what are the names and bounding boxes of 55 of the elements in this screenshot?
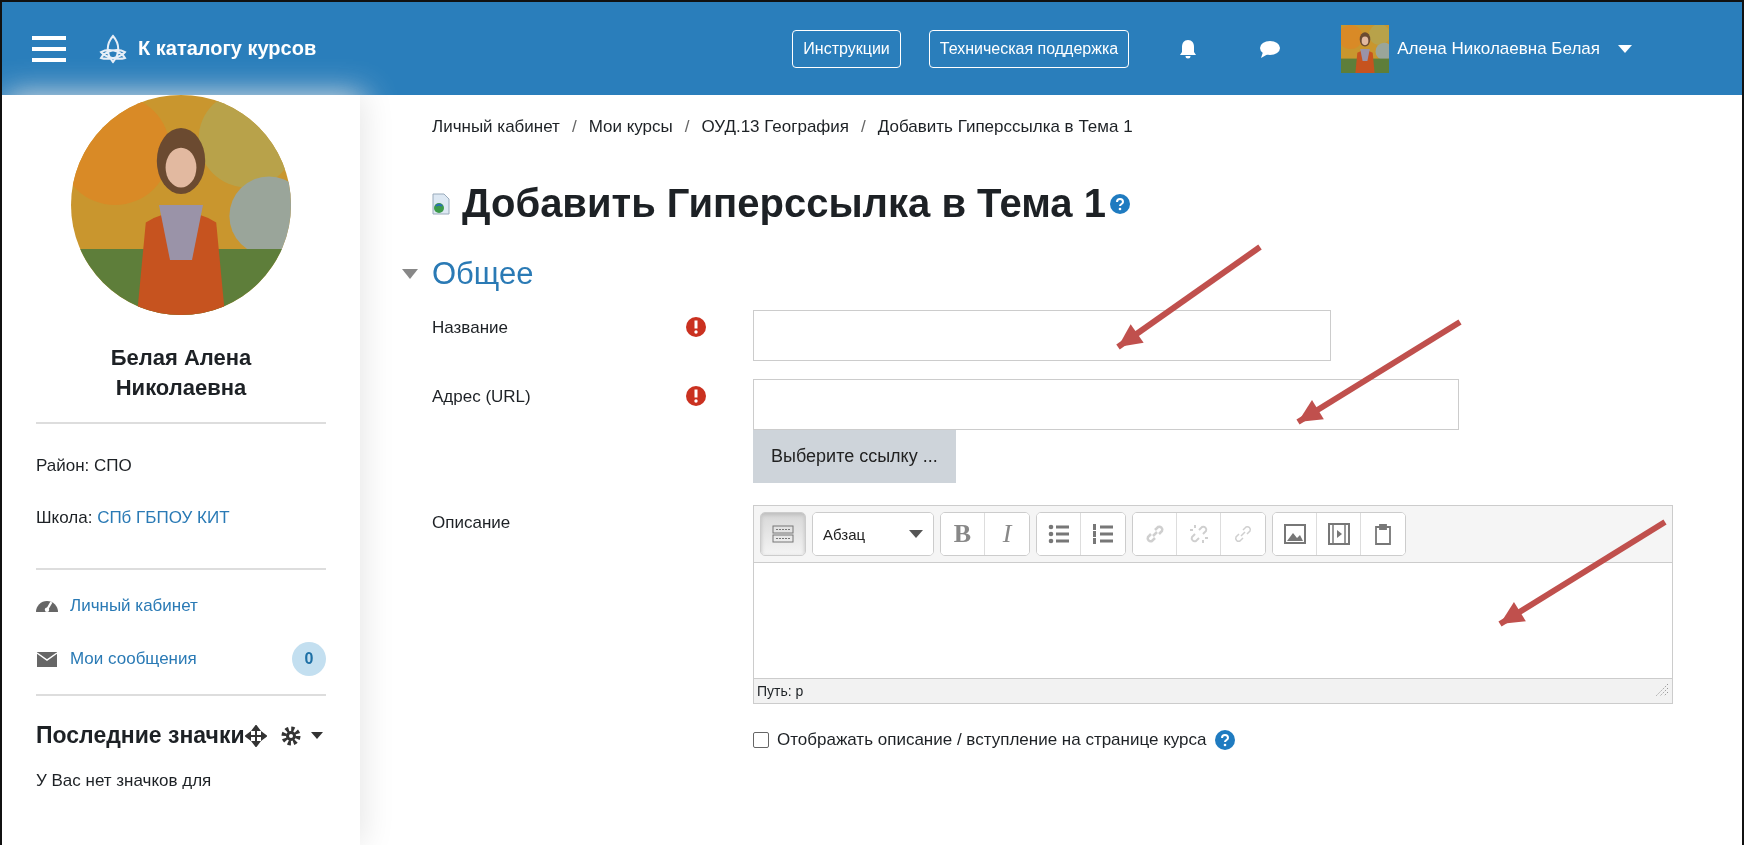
editor-path: Путь: p [757,683,804,699]
header-button[interactable]: Инструкции [792,29,901,68]
help-icon[interactable] [1214,730,1235,750]
profile-name: Белая Алена Николаевна [109,344,253,402]
field-label: Описание [432,512,512,534]
envelope-icon [36,649,58,670]
name-input[interactable] [753,310,1331,361]
checkbox[interactable] [753,732,769,748]
block-text: У Вас нет значков для [36,771,213,792]
nav-link[interactable]: Личный кабинет [70,596,198,617]
image-icon [1282,522,1307,546]
profile-field-label: Район: [36,456,90,476]
paragraph-format-dropdown[interactable]: Абзац [813,513,933,555]
school-link[interactable]: СПб ГБПОУ КИТ [97,508,230,528]
user-name[interactable]: Алена Николаевна Белая [1397,38,1600,59]
message-count: 0 [292,642,326,677]
profile-field-value: СПО [94,456,132,476]
help-icon[interactable] [1109,193,1130,214]
knot-logo-icon [98,33,128,64]
field-label: Адрес (URL) [432,386,532,408]
block-title: Последние значки [36,722,245,750]
caret-icon[interactable] [310,732,323,740]
profile-field-label: Школа: [36,508,93,528]
section-title[interactable]: Общее [432,256,534,292]
collapse-icon[interactable] [402,269,418,279]
breadcrumb-item[interactable]: ОУД.13 География [701,117,850,137]
breadcrumb-item: Добавить Гиперссылка в Тема 1 [877,117,1133,137]
breadcrumb-separator: / [571,117,577,137]
breadcrumb-item[interactable]: Мои курсы [588,117,673,137]
header-button[interactable]: Техническая поддержка [928,29,1130,68]
choose-link-button[interactable]: Выберите ссылку ... [753,430,956,483]
move-icon[interactable] [244,724,267,747]
toolbar-button[interactable] [1037,513,1081,555]
url-input[interactable] [753,379,1459,430]
bold-button[interactable]: B [941,513,985,555]
toolbar-button[interactable] [1273,513,1317,555]
bullet-list-icon [1046,522,1071,546]
url-file-icon [432,192,450,215]
dashboard-icon [36,600,58,612]
field-label: Название [432,317,509,339]
numbered-list-icon [1091,522,1115,546]
settings-icon[interactable] [280,725,301,746]
breadcrumb-item[interactable]: Личный кабинет [432,117,560,137]
checkbox-label[interactable]: Отображать описание / вступление на странице курса [777,730,1207,750]
caret-icon [909,530,923,538]
toolbar-toggle-icon [771,522,795,546]
text-editor[interactable]: Абзац B I Путь: p [753,505,1673,704]
menu-icon[interactable] [32,34,66,63]
page-title: Добавить Гиперссылка в Тема 1 [462,181,1106,226]
film-icon [1326,522,1351,546]
breadcrumb-separator: / [861,117,866,137]
catalog-link[interactable]: К каталогу курсов [98,33,317,64]
breadcrumb-separator: / [684,117,690,137]
nav-link[interactable]: Мои сообщения [70,649,197,670]
resize-handle-icon[interactable] [1655,683,1669,697]
